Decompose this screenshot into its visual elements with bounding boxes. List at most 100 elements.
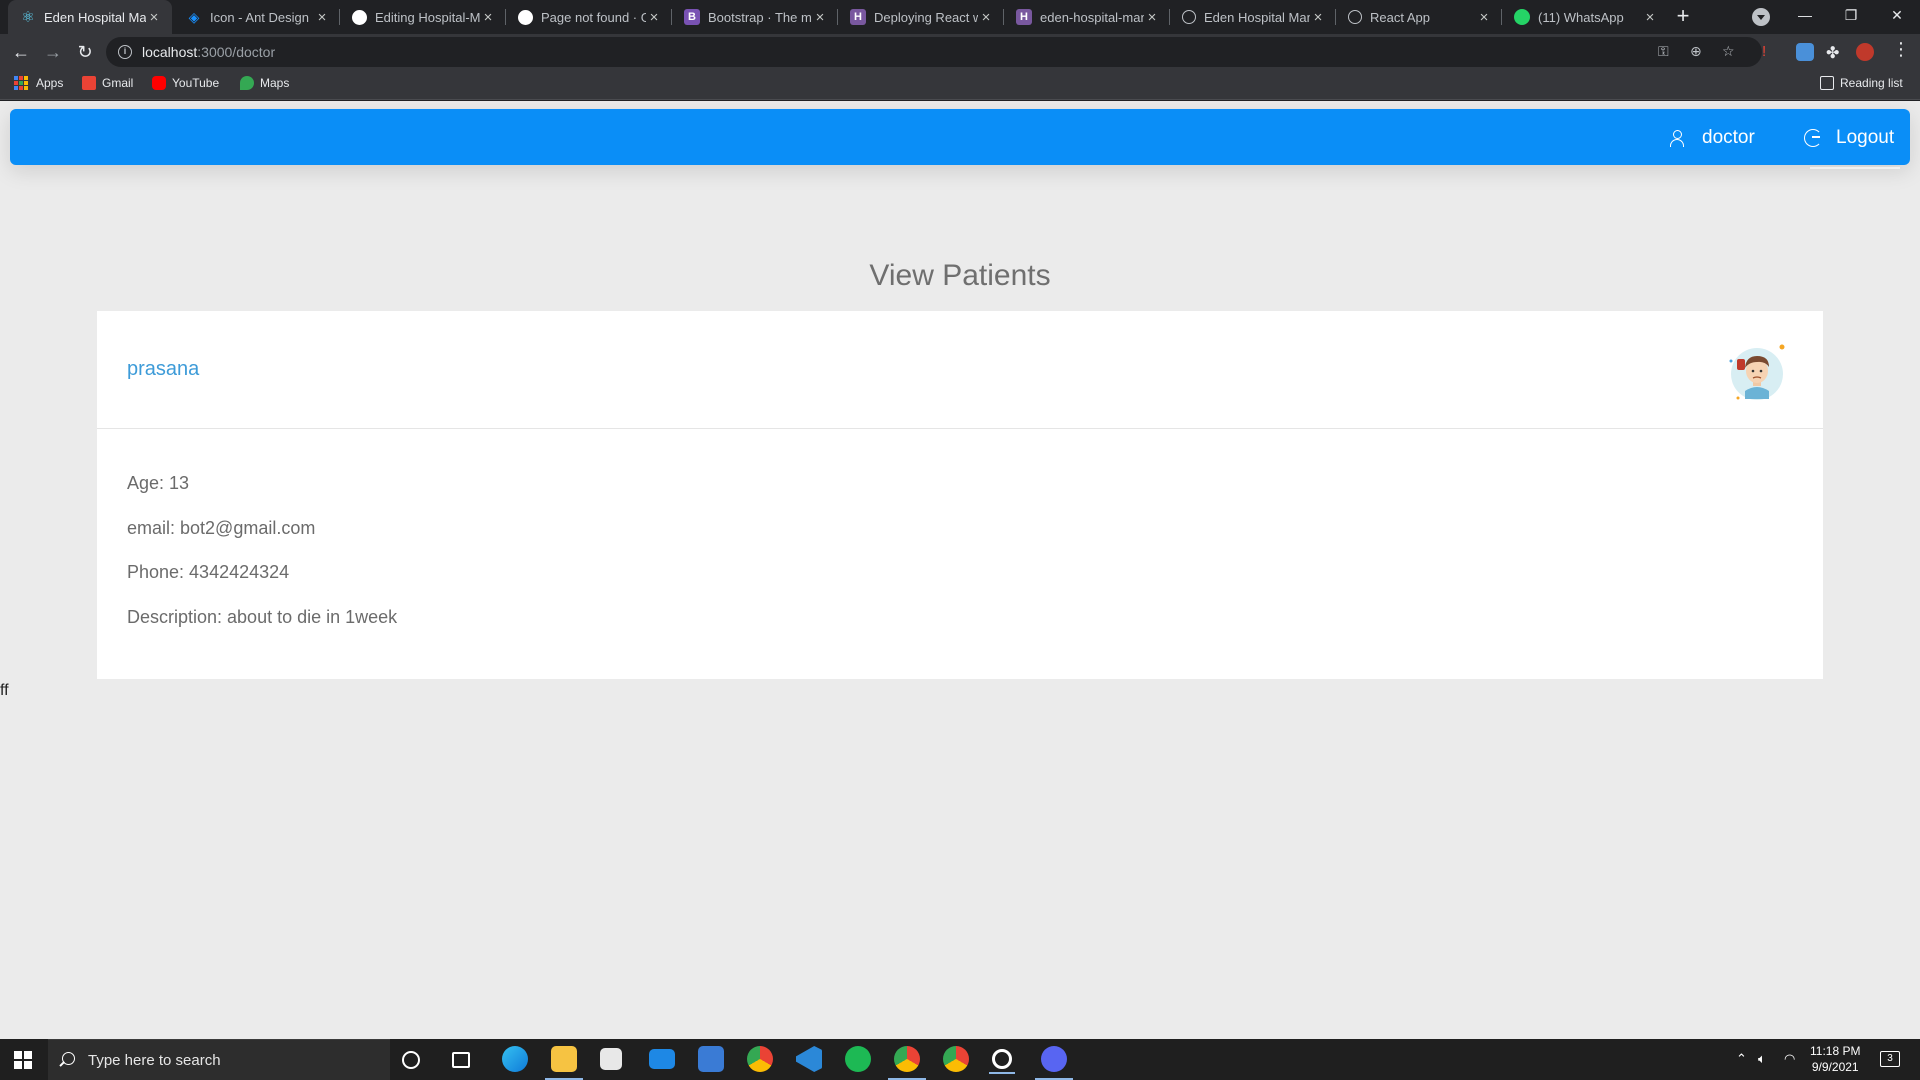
close-tab-icon[interactable]: × bbox=[646, 9, 662, 26]
taskbar-search[interactable]: Type here to search bbox=[48, 1039, 390, 1080]
reading-list-button[interactable]: Reading list bbox=[1820, 76, 1903, 90]
bookmarks-bar: Apps Gmail YouTube Maps Reading list bbox=[0, 70, 1920, 100]
notification-count: 3 bbox=[1887, 1053, 1893, 1064]
profile-avatar-icon[interactable] bbox=[1856, 43, 1874, 61]
forward-button[interactable]: → bbox=[40, 39, 66, 65]
browser-toolbar: ← → ↻ i localhost:3000/doctor ⚿ ⊕ ☆ ! ✤ … bbox=[0, 34, 1920, 70]
minimize-window-button[interactable]: — bbox=[1782, 0, 1828, 30]
whatsapp-icon bbox=[1514, 9, 1530, 25]
globe-icon bbox=[1348, 10, 1362, 24]
edge-icon[interactable] bbox=[502, 1046, 528, 1072]
close-tab-icon[interactable]: × bbox=[978, 9, 994, 26]
patient-email: email: bot2@gmail.com bbox=[127, 517, 316, 538]
extension-translate-icon[interactable] bbox=[1796, 43, 1814, 61]
close-tab-icon[interactable]: × bbox=[480, 9, 496, 26]
close-window-button[interactable]: ✕ bbox=[1874, 0, 1920, 30]
tab-title: Deploying React w bbox=[874, 9, 978, 25]
user-icon bbox=[1668, 129, 1686, 147]
bookmark-star-icon[interactable]: ☆ bbox=[1722, 43, 1735, 60]
tab-eden-hospital-2[interactable]: Eden Hospital Man × bbox=[1170, 0, 1336, 34]
chrome-canary-icon[interactable] bbox=[943, 1046, 969, 1072]
logout-icon bbox=[1804, 129, 1822, 147]
microsoft-store-icon[interactable] bbox=[600, 1048, 622, 1070]
tab-title: eden-hospital-man bbox=[1040, 9, 1144, 25]
tab-title: Bootstrap · The mo bbox=[708, 9, 812, 25]
reload-button[interactable]: ↻ bbox=[72, 39, 98, 65]
stray-text: ff bbox=[0, 682, 9, 699]
windows-start-icon[interactable] bbox=[14, 1051, 32, 1069]
restore-window-button[interactable]: ❐ bbox=[1828, 0, 1874, 30]
tab-react-app[interactable]: React App × bbox=[1336, 0, 1502, 34]
gmail-icon bbox=[82, 76, 96, 90]
bookmark-youtube[interactable]: YouTube bbox=[152, 76, 219, 90]
patient-card-header: prasana bbox=[97, 311, 1823, 429]
site-info-icon[interactable]: i bbox=[118, 45, 132, 59]
github-icon bbox=[518, 9, 533, 25]
tab-title: (11) WhatsApp bbox=[1538, 9, 1624, 25]
tab-github-not-found[interactable]: Page not found · G × bbox=[506, 0, 672, 34]
bookmark-gmail[interactable]: Gmail bbox=[82, 76, 133, 90]
tab-whatsapp[interactable]: (11) WhatsApp × bbox=[1502, 0, 1668, 34]
task-view-icon[interactable] bbox=[452, 1052, 470, 1068]
tab-title: Page not found · G bbox=[541, 9, 646, 25]
reading-list-icon bbox=[1820, 76, 1834, 90]
bookmark-apps[interactable]: Apps bbox=[14, 76, 63, 90]
file-explorer-icon[interactable] bbox=[545, 1046, 583, 1080]
tab-heroku-app[interactable]: H eden-hospital-man × bbox=[1004, 0, 1170, 34]
close-tab-icon[interactable]: × bbox=[1476, 9, 1492, 26]
user-menu[interactable]: doctor bbox=[1668, 127, 1755, 149]
notifications-icon[interactable]: 3 bbox=[1880, 1051, 1900, 1067]
react-icon: ⚛ bbox=[21, 9, 35, 26]
patient-avatar-icon bbox=[1729, 344, 1785, 400]
news-app-icon[interactable] bbox=[698, 1046, 724, 1072]
taskbar-clock[interactable]: 11:18 PM 9/9/2021 bbox=[1810, 1043, 1860, 1075]
zoom-icon[interactable]: ⊕ bbox=[1690, 43, 1702, 60]
volume-icon[interactable]: 🔈︎ bbox=[1758, 1051, 1766, 1067]
chrome-profile-icon[interactable] bbox=[888, 1046, 926, 1080]
close-tab-icon[interactable]: × bbox=[146, 9, 162, 26]
vscode-icon[interactable] bbox=[796, 1046, 822, 1072]
tab-title: Eden Hospital Man bbox=[44, 9, 146, 25]
cortana-icon[interactable] bbox=[402, 1051, 420, 1069]
address-bar[interactable]: i localhost:3000/doctor ⚿ ⊕ ☆ bbox=[106, 37, 1762, 67]
close-tab-icon[interactable]: × bbox=[314, 9, 330, 26]
youtube-icon bbox=[152, 76, 166, 90]
obs-icon[interactable] bbox=[989, 1049, 1015, 1074]
close-tab-icon[interactable]: × bbox=[1642, 9, 1658, 26]
back-button[interactable]: ← bbox=[8, 39, 34, 65]
tab-title: Eden Hospital Man bbox=[1204, 9, 1310, 25]
discord-icon[interactable] bbox=[1035, 1046, 1073, 1080]
globe-icon bbox=[1182, 10, 1196, 24]
spotify-icon[interactable] bbox=[845, 1046, 871, 1072]
extensions-puzzle-icon[interactable]: ✤ bbox=[1826, 43, 1844, 62]
tab-title: Icon - Ant Design bbox=[210, 9, 309, 25]
logout-button[interactable]: Logout bbox=[1804, 127, 1901, 169]
key-icon[interactable]: ⚿ bbox=[1658, 43, 1669, 60]
bookmark-maps[interactable]: Maps bbox=[240, 76, 289, 90]
patient-name: prasana bbox=[127, 358, 200, 380]
chrome-icon[interactable] bbox=[747, 1046, 773, 1072]
tab-github-editing[interactable]: Editing Hospital-M × bbox=[340, 0, 506, 34]
tab-ant-design[interactable]: ◈ Icon - Ant Design × bbox=[174, 0, 340, 34]
tab-heroku-deploying[interactable]: H Deploying React w × bbox=[838, 0, 1004, 34]
user-name: doctor bbox=[1702, 127, 1755, 148]
network-icon[interactable]: ◠ bbox=[1784, 1051, 1795, 1067]
heroku-icon: H bbox=[1016, 9, 1032, 25]
app-header: doctor Logout bbox=[10, 109, 1910, 169]
page-title: View Patients bbox=[869, 259, 1051, 292]
close-tab-icon[interactable]: × bbox=[1310, 9, 1326, 26]
tray-overflow-icon[interactable]: ⌃ bbox=[1736, 1051, 1747, 1067]
mail-icon[interactable] bbox=[649, 1049, 675, 1069]
new-tab-button[interactable]: + bbox=[1670, 4, 1696, 30]
close-tab-icon[interactable]: × bbox=[1144, 9, 1160, 26]
clock-date: 9/9/2021 bbox=[1811, 1060, 1859, 1074]
close-tab-icon[interactable]: × bbox=[812, 9, 828, 26]
tab-eden-hospital[interactable]: ⚛ Eden Hospital Man × bbox=[8, 0, 172, 34]
tab-search-icon[interactable] bbox=[1752, 8, 1770, 26]
browser-menu-icon[interactable]: ⋮ bbox=[1892, 39, 1910, 60]
heroku-icon: H bbox=[850, 9, 866, 25]
apps-grid-icon bbox=[14, 76, 28, 90]
tab-bootstrap[interactable]: B Bootstrap · The mo × bbox=[672, 0, 838, 34]
address-url[interactable]: localhost:3000/doctor bbox=[142, 44, 275, 60]
extension-pin-icon[interactable]: ! bbox=[1762, 43, 1780, 61]
